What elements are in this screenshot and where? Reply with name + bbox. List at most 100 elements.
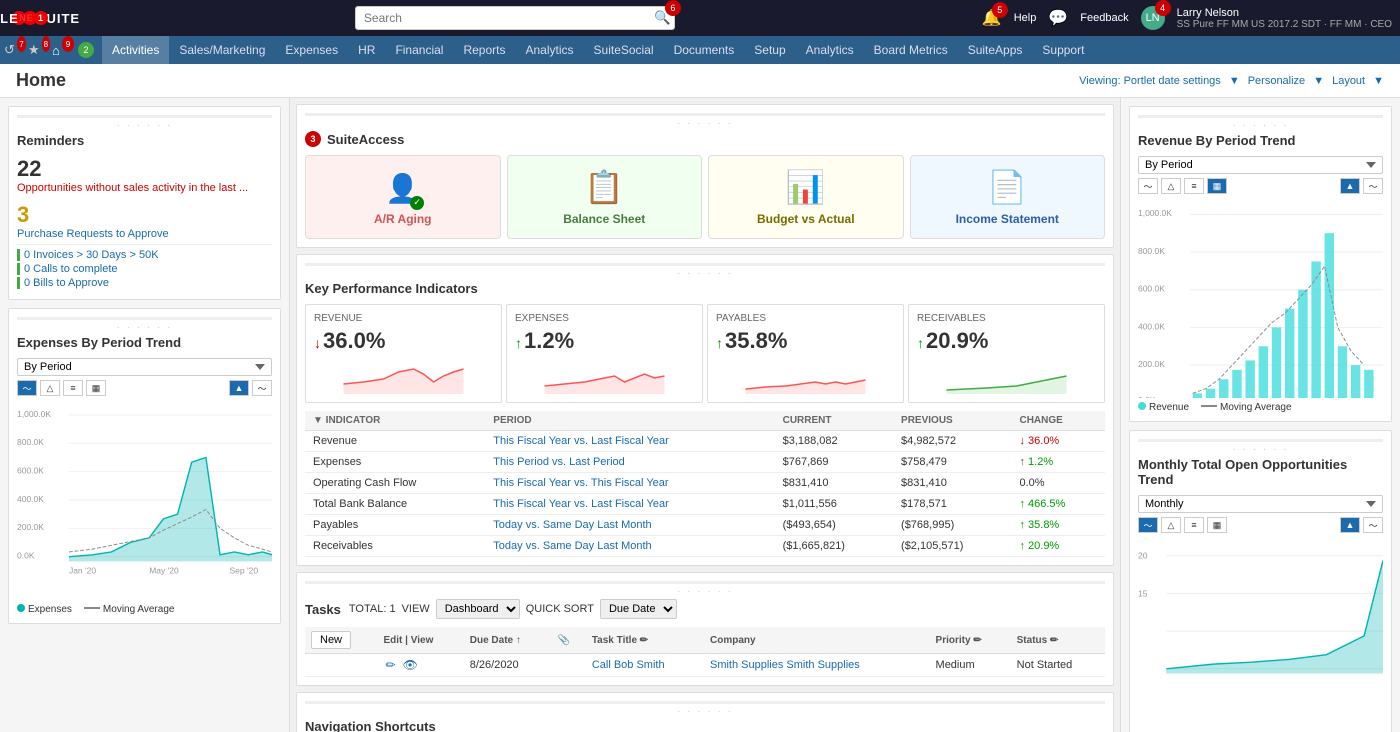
kpi-card-revenue: REVENUE ↓36.0% (305, 304, 502, 403)
nav-item-support[interactable]: Support (1032, 36, 1094, 64)
suite-card-balance-sheet[interactable]: 📋 Balance Sheet (507, 155, 703, 239)
kpi-row-expenses-previous: $758,479 (893, 452, 1011, 473)
nav-item-analytics1[interactable]: Analytics (516, 36, 584, 64)
opp-grid-icon[interactable]: ≡ (1184, 517, 1204, 533)
opp-bar-icon[interactable]: ▦ (1207, 517, 1227, 533)
suite-card-ar-aging[interactable]: 👤 ✓ A/R Aging (305, 155, 501, 239)
kpi-row-revenue-period[interactable]: This Fiscal Year vs. Last Fiscal Year (485, 431, 774, 452)
ar-aging-icon: 👤 ✓ (385, 169, 420, 206)
expenses-area-icon[interactable]: △ (40, 380, 60, 396)
expenses-legend-dot (17, 604, 25, 612)
reminder-desc-2[interactable]: Purchase Requests to Approve (17, 228, 272, 240)
kpi-row-cashflow-period[interactable]: This Fiscal Year vs. This Fiscal Year (485, 473, 774, 494)
nav-item-reports[interactable]: Reports (453, 36, 515, 64)
tasks-new-button[interactable]: New (311, 631, 351, 649)
kpi-drag-handle[interactable]: · · · · · · (305, 263, 1105, 281)
kpi-row-expenses-period[interactable]: This Period vs. Last Period (485, 452, 774, 473)
nav-refresh-icon[interactable]: ↺7 (4, 39, 26, 61)
nav-item-analytics2[interactable]: Analytics (796, 36, 864, 64)
reminders-title: Reminders (17, 133, 272, 148)
kpi-row-bankbalance-period[interactable]: This Fiscal Year vs. Last Fiscal Year (485, 494, 774, 515)
svg-text:1,000.0K: 1,000.0K (1138, 208, 1172, 218)
kpi-sparkline-revenue (314, 354, 493, 394)
task-edit-button[interactable]: ✏ (384, 658, 398, 672)
nav-item-expenses[interactable]: Expenses (275, 36, 348, 64)
nav-item-financial[interactable]: Financial (385, 36, 453, 64)
nav-home-icon[interactable]: ⌂9 (52, 39, 74, 61)
kpi-sparkline-payables (716, 354, 895, 394)
revenue-area-icon[interactable]: △ (1161, 178, 1181, 194)
revenue-period-select[interactable]: By Period (1138, 156, 1383, 174)
suite-card-income[interactable]: 📄 Income Statement (910, 155, 1106, 239)
task-row-1-status: Not Started (1011, 654, 1105, 677)
sort-icon[interactable]: ▼ (313, 415, 323, 426)
kpi-row-receivables-period[interactable]: Today vs. Same Day Last Month (485, 536, 774, 557)
opp-area-style-icon[interactable]: ▲ (1340, 517, 1360, 533)
expenses-bar-icon[interactable]: ▦ (86, 380, 106, 396)
expenses-line-style-icon[interactable]: 〜 (252, 380, 272, 396)
nav-item-activities[interactable]: Activities (102, 36, 169, 64)
expenses-grid-icon[interactable]: ≡ (63, 380, 83, 396)
notifications[interactable]: 🔔 5 (982, 8, 1002, 28)
tasks-drag-handle[interactable]: · · · · · · (305, 581, 1105, 599)
due-date-sort-icon[interactable]: ↑ (516, 635, 521, 646)
help-link[interactable]: Help (1014, 12, 1037, 24)
status-edit-icon[interactable]: ✏ (1050, 635, 1058, 646)
opp-line-icon[interactable]: 〜 (1138, 517, 1158, 533)
expenses-line-icon[interactable]: 〜 (17, 380, 37, 396)
nav-refresh-badge: 7 (17, 36, 26, 52)
opportunities-period-select[interactable]: Monthly (1138, 495, 1383, 513)
revenue-trend-drag-handle[interactable]: · · · · · · (1138, 115, 1383, 133)
expenses-trend-title: Expenses By Period Trend (17, 335, 272, 350)
revenue-bar-icon[interactable]: ▦ (1207, 178, 1227, 194)
kpi-row-payables-period[interactable]: Today vs. Same Day Last Month (485, 515, 774, 536)
revenue-area-style-icon[interactable]: ▲ (1340, 178, 1360, 194)
expenses-area-style-icon[interactable]: ▲ (229, 380, 249, 396)
kpi-row-cashflow-indicator: Operating Cash Flow (305, 473, 485, 494)
revenue-line-icon[interactable]: 〜 (1138, 178, 1158, 194)
layout-link[interactable]: Layout (1332, 75, 1365, 87)
personalize-link[interactable]: Personalize (1248, 75, 1305, 87)
opp-area-icon[interactable]: △ (1161, 517, 1181, 533)
nav-item-sales[interactable]: Sales/Marketing (169, 36, 275, 64)
nav-item-suiteapps[interactable]: SuiteApps (958, 36, 1033, 64)
feedback-icon[interactable]: 💬 (1048, 8, 1068, 28)
reminders-drag-handle[interactable]: · · · · · · (17, 115, 272, 133)
svg-text:15: 15 (1138, 588, 1148, 598)
task-row-1-company[interactable]: Smith Supplies Smith Supplies (704, 654, 930, 677)
logo: ORACLE NETSUITE 1 (8, 11, 48, 25)
expenses-period-select[interactable]: By Period (17, 358, 272, 376)
reminder-link-calls[interactable]: 0 Calls to complete (17, 263, 272, 275)
revenue-grid-icon[interactable]: ≡ (1184, 178, 1204, 194)
expenses-trend-drag-handle[interactable]: · · · · · · (17, 317, 272, 335)
opportunities-drag-handle[interactable]: · · · · · · (1138, 439, 1383, 457)
nav-item-boardmetrics[interactable]: Board Metrics (864, 36, 958, 64)
search-input[interactable] (355, 6, 675, 30)
kpi-row-expenses-current: $767,869 (775, 452, 893, 473)
reminder-link-invoices[interactable]: 0 Invoices > 30 Days > 50K (17, 249, 272, 261)
task-title-edit-icon[interactable]: ✏ (640, 635, 648, 646)
viewing-portlet-link[interactable]: Viewing: Portlet date settings (1079, 75, 1221, 87)
tasks-header: Tasks TOTAL: 1 VIEW Dashboard QUICK SORT… (305, 599, 1105, 619)
nav-item-documents[interactable]: Documents (664, 36, 745, 64)
nav-star-icon[interactable]: ★8 (28, 39, 50, 61)
opp-line-style-icon[interactable]: 〜 (1363, 517, 1383, 533)
task-row-1-title[interactable]: Call Bob Smith (586, 654, 704, 677)
nav-shortcuts-drag-handle[interactable]: · · · · · · (305, 701, 1105, 719)
kpi-th-indicator: ▼ INDICATOR (305, 411, 485, 431)
suite-card-budget[interactable]: 📊 Budget vs Actual (708, 155, 904, 239)
reminder-link-bills[interactable]: 0 Bills to Approve (17, 277, 272, 289)
task-view-button[interactable]: 👁 (401, 658, 420, 672)
suite-access-drag-handle[interactable]: · · · · · · (305, 113, 1105, 131)
nav-item-hr[interactable]: HR (348, 36, 385, 64)
tasks-sort-select[interactable]: Due Date (600, 599, 677, 619)
priority-edit-icon[interactable]: ✏ (973, 635, 981, 646)
tasks-view-select[interactable]: Dashboard (436, 599, 520, 619)
nav-item-setup[interactable]: Setup (744, 36, 795, 64)
nav-item-suitesocial[interactable]: SuiteSocial (584, 36, 664, 64)
main-content: · · · · · · Reminders 22 Opportunities w… (0, 98, 1400, 732)
revenue-line-style-icon[interactable]: 〜 (1363, 178, 1383, 194)
reminder-desc-1[interactable]: Opportunities without sales activity in … (17, 182, 272, 194)
kpi-label-payables: PAYABLES (716, 313, 895, 324)
feedback-link[interactable]: Feedback (1080, 12, 1128, 24)
